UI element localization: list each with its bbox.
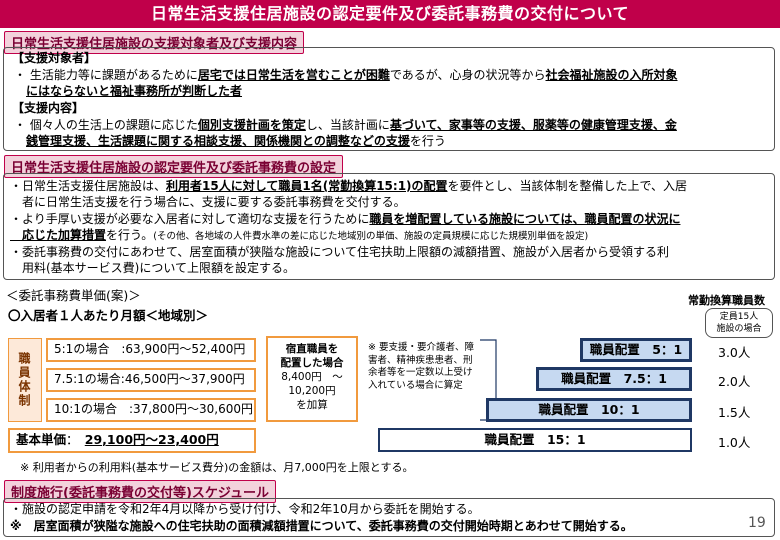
base-price: 基本単価： 29,100円～23,400円	[8, 428, 256, 453]
staff-bar-10: 職員配置 10：1	[486, 398, 692, 422]
staff-count-10: 1.5人	[718, 405, 751, 420]
unit-price-subheading: 〇入居者１人あたり月額＜地域別＞	[8, 308, 209, 323]
staff-bar-7-5: 職員配置 7.5：1	[536, 367, 692, 391]
req-line4: 応じた加算措置を行う。(その他、各地域の人件費水準の差に応じた地域別の単価、施設…	[10, 228, 589, 242]
night-staff-addon: 宿直職員を 配置した場合 8,400円 ～ 10,200円 を加算	[266, 336, 358, 422]
content-label: 【支援内容】	[12, 101, 85, 115]
price-row-7-5: 7.5:1の場合:46,500円～37,900円	[46, 368, 256, 392]
unit-price-heading: ＜委託事務費単価(案)＞	[6, 288, 141, 303]
staffing-memo: ※ 要支援・要介護者、障害者、精神疾患患者、刑余者等を一定数以上受け入れている場…	[368, 342, 474, 391]
content-line2: 銭管理支援、生活課題に関する相談支援、関係機関との調整などの支援を行う	[26, 134, 446, 148]
section1-box: 【支援対象者】 ・ 生活能力等に課題があるために居宅では日常生活を営むことが困難…	[3, 47, 775, 151]
target-line1: ・ 生活能力等に課題があるために居宅では日常生活を営むことが困難であるが、心身の…	[14, 68, 678, 82]
price-row-5: 5:1の場合 :63,900円～52,400円	[46, 338, 256, 362]
staff-count-5: 3.0人	[718, 345, 751, 360]
target-label: 【支援対象者】	[12, 51, 97, 65]
staffing-capacity-box: 定員15人 施設の場合	[705, 308, 773, 338]
target-line2: にはならないと福祉事務所が判断した者	[26, 84, 243, 98]
section2-box: ・日常生活支援住居施設は、利用者15人に対して職員1名(常勤換算15:1)の配置…	[3, 173, 775, 280]
section3-box: ・施設の認定申請を令和2年4月以降から受け付け、令和2年10月から委託を開始する…	[3, 498, 775, 537]
staff-bar-15: 職員配置 15：1	[378, 428, 692, 452]
schedule-line1: ・施設の認定申請を令和2年4月以降から受け付け、令和2年10月から委託を開始する…	[10, 502, 480, 516]
page-number: 19	[748, 515, 766, 531]
staff-bar-5: 職員配置 5：1	[580, 338, 692, 362]
req-line6: 用料(基本サービス費)について上限額を設定する。	[10, 261, 296, 275]
staff-count-7-5: 2.0人	[718, 374, 751, 389]
page-title: 日常生活支援住居施設の認定要件及び委託事務費の交付について	[0, 0, 780, 28]
req-line1: ・日常生活支援住居施設は、利用者15人に対して職員1名(常勤換算15:1)の配置…	[10, 179, 688, 193]
req-line2: 者に日常生活支援を行う場合に、支援に要する委託事務費を交付する。	[10, 195, 406, 209]
price-row-10: 10:1の場合 :37,800円～30,600円	[46, 398, 256, 422]
fee-note: ※ 利用者からの利用料(基本サービス費分)の金額は、月7,000円を上限とする。	[20, 461, 414, 474]
content-line1: ・ 個々人の生活上の課題に応じた個別支援計画を策定し、当該計画に基づいて、家事等…	[14, 118, 677, 132]
staffing-header: 常勤換算職員数	[688, 294, 765, 307]
staff-label: 職員体制	[8, 338, 42, 422]
req-line5: ・委託事務費の交付にあわせて、居室面積が狭隘な施設について住宅扶助上限額の減額措…	[10, 245, 670, 259]
schedule-line2: ※ 居室面積が狭隘な施設への住宅扶助の面積減額措置について、委託事務費の交付開始…	[10, 519, 633, 533]
req-line3: ・より手厚い支援が必要な入居者に対して適切な支援を行うために職員を増配置している…	[10, 212, 681, 226]
staff-count-15: 1.0人	[718, 435, 751, 450]
